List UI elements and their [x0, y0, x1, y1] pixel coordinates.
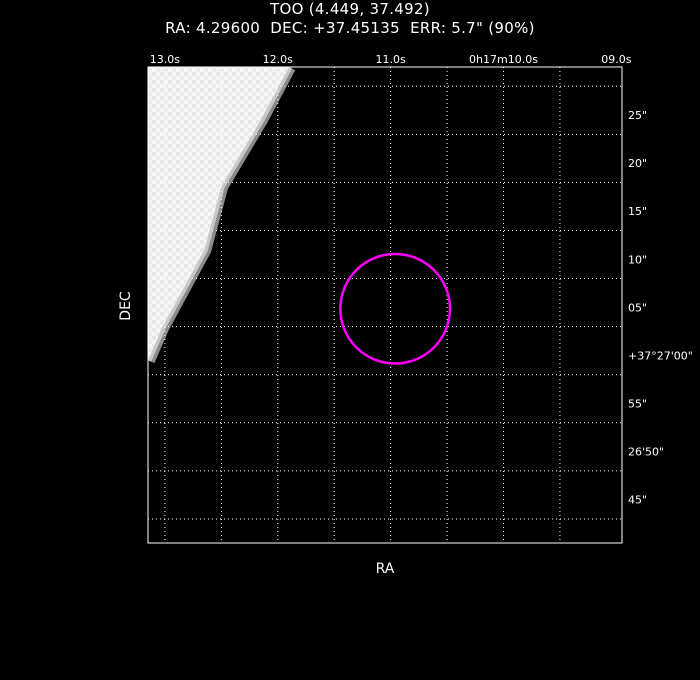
y-tick-label: 25" [628, 109, 647, 122]
x-tick-label: 0h17m10.0s [469, 53, 538, 66]
x-axis-label: RA [376, 561, 395, 577]
x-tick-labels: 13.0s 12.0s 11.0s 0h17m10.0s 09.0s [150, 53, 632, 66]
y-tick-label: 26'50" [628, 446, 664, 459]
sky-image [148, 67, 296, 364]
y-tick-label: 20" [628, 157, 647, 170]
x-tick-label: 12.0s [263, 53, 293, 66]
x-tick-label: 09.0s [601, 53, 631, 66]
y-axis-label: DEC [118, 291, 134, 321]
x-tick-label: 11.0s [376, 53, 406, 66]
y-tick-label: 05" [628, 301, 647, 314]
y-tick-label: 15" [628, 205, 647, 218]
y-tick-label: 10" [628, 253, 647, 266]
y-tick-labels: 25" 20" 15" 10" 05" +37°27'00" 55" 26'50" 45" [628, 109, 693, 507]
sky-plot: 13.0s 12.0s 11.0s 0h17m10.0s 09.0s 25" 20" 15"… [118, 53, 693, 577]
error-circle-layer [339, 252, 452, 365]
error-circle [339, 252, 452, 365]
y-tick-label: 45" [628, 494, 647, 507]
y-tick-label: +37°27'00" [628, 349, 693, 362]
x-tick-label: 13.0s [150, 53, 180, 66]
y-tick-label: 55" [628, 398, 647, 411]
